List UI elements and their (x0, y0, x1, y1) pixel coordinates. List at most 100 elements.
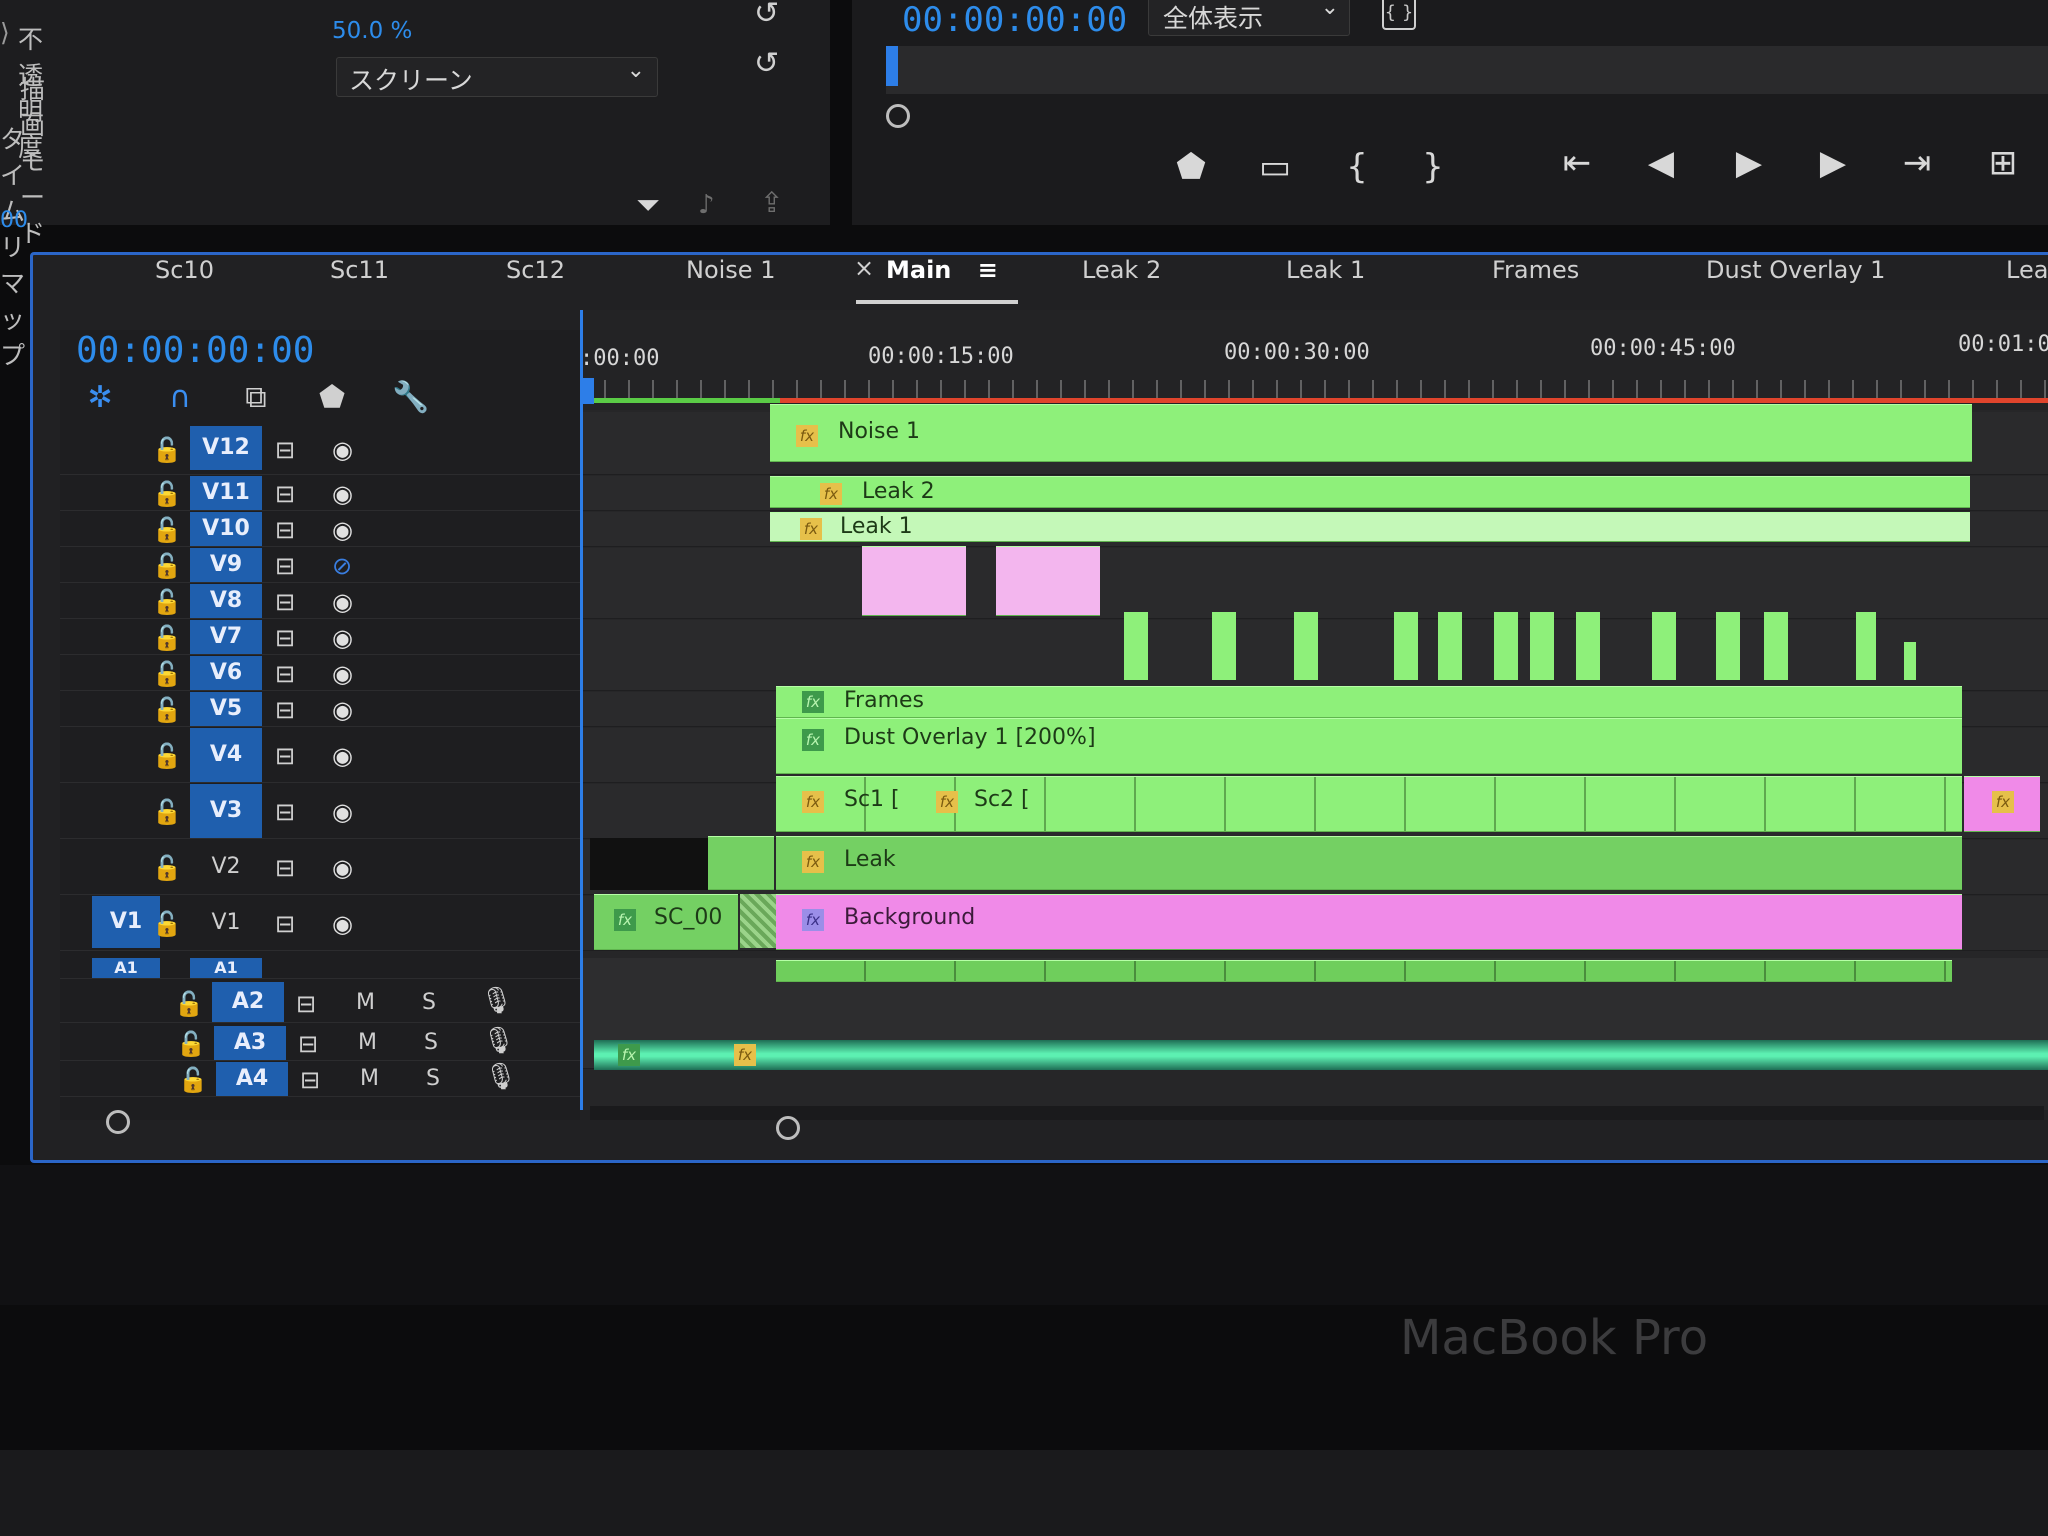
lock-icon[interactable]: 🔓 (152, 798, 182, 826)
clip-pink[interactable] (996, 546, 1100, 616)
opacity-value[interactable]: 50.0 % (332, 18, 412, 44)
microphone-icon[interactable]: 🎙 (482, 1026, 515, 1056)
sync-lock-icon[interactable]: ⊟ (275, 910, 295, 938)
eye-hidden-icon[interactable]: ⊘ (332, 552, 352, 580)
track-name[interactable]: V2 (190, 840, 262, 894)
zoom-select[interactable]: 全体表示 ⌄ (1148, 0, 1350, 36)
monitor-playhead[interactable] (886, 46, 898, 86)
add-marker-icon[interactable]: ⬟ (1166, 142, 1216, 192)
wrench-icon[interactable]: 🔧 (392, 380, 429, 416)
sync-lock-icon[interactable]: ⊟ (275, 516, 295, 544)
track-name[interactable]: V1 (190, 896, 262, 950)
clip-sc00[interactable]: fx SC_00 (594, 894, 738, 950)
lock-icon[interactable]: 🔓 (152, 696, 182, 724)
track-name[interactable]: V7 (190, 620, 262, 654)
clip-background[interactable]: fx Background (776, 894, 1962, 950)
lock-icon[interactable]: 🔓 (176, 1030, 206, 1058)
mute-button[interactable]: M (356, 990, 375, 1015)
microphone-icon[interactable]: 🎙 (484, 1062, 517, 1092)
mute-button[interactable]: M (360, 1066, 379, 1091)
scroll-handle[interactable] (776, 1116, 800, 1140)
clip-stripe[interactable] (1904, 642, 1916, 680)
clip-scenes[interactable]: fx Sc1 [ fx Sc2 [ (776, 776, 1962, 832)
clip-stripe[interactable] (1530, 612, 1554, 680)
mark-in-icon[interactable]: { (1332, 142, 1382, 192)
sync-lock-icon[interactable]: ⊟ (275, 552, 295, 580)
tab-lea[interactable]: Lea (2006, 240, 2048, 300)
clip-stripe[interactable] (1652, 612, 1676, 680)
header-zoom-handle[interactable] (106, 1110, 130, 1134)
step-forward-icon[interactable]: ▶ (1808, 138, 1858, 188)
clip-stripe[interactable] (1716, 612, 1740, 680)
track-name[interactable]: V11 (190, 476, 262, 510)
clip-noise1[interactable]: fx Noise 1 (770, 404, 1972, 462)
tab-leak2[interactable]: Leak 2 (1082, 240, 1161, 300)
linked-selection-icon[interactable]: ⧉ (238, 380, 274, 416)
tab-sc12[interactable]: Sc12 (506, 240, 565, 300)
eye-icon[interactable]: ◉ (332, 660, 353, 688)
filter-icon[interactable]: ⏷ (636, 188, 660, 223)
tab-menu-icon[interactable]: ≡ (978, 256, 998, 284)
blend-mode-select[interactable]: スクリーン ⌄ (336, 57, 658, 97)
eye-icon[interactable]: ◉ (332, 798, 353, 826)
tab-noise1[interactable]: Noise 1 (686, 240, 775, 300)
audio-clip-a3[interactable]: fx fx (594, 1040, 2048, 1070)
track-name[interactable]: V5 (190, 692, 262, 726)
eye-icon[interactable]: ◉ (332, 588, 353, 616)
timeline-timecode[interactable]: 00:00:00:00 (76, 330, 314, 371)
sync-lock-icon[interactable]: ⊟ (298, 1030, 318, 1058)
program-timecode[interactable]: 00:00:00:00 (902, 0, 1127, 40)
tab-main[interactable]: Main ≡ (856, 240, 1018, 304)
clip-leak2[interactable]: fx Leak 2 (770, 476, 1970, 508)
track-name[interactable]: A4 (216, 1062, 288, 1096)
sync-lock-icon[interactable]: ⊟ (275, 624, 295, 652)
clip-stripe[interactable] (1764, 612, 1788, 680)
lift-icon[interactable]: ⊞ (1978, 138, 2028, 188)
playhead-line[interactable] (580, 310, 583, 1110)
transition-hatch[interactable] (740, 894, 776, 948)
clip-leak1[interactable]: fx Leak 1 (770, 512, 1970, 542)
lock-icon[interactable]: 🔓 (152, 854, 182, 882)
sync-lock-icon[interactable]: ⊟ (275, 742, 295, 770)
microphone-icon[interactable]: 🎙 (480, 986, 513, 1016)
track-name[interactable]: A1 (190, 958, 262, 978)
eye-icon[interactable]: ◉ (332, 516, 353, 544)
tab-leak1[interactable]: Leak 1 (1286, 240, 1365, 300)
sync-lock-icon[interactable]: ⊟ (275, 660, 295, 688)
sync-lock-icon[interactable]: ⊟ (275, 854, 295, 882)
lock-icon[interactable]: 🔓 (152, 552, 182, 580)
track-name[interactable]: A3 (214, 1026, 286, 1060)
sync-lock-icon[interactable]: ⊟ (275, 798, 295, 826)
clip-stripe[interactable] (1212, 612, 1236, 680)
lock-icon[interactable]: 🔓 (152, 742, 182, 770)
track-name[interactable]: V9 (190, 548, 262, 582)
play-icon[interactable]: ▶ (1724, 138, 1774, 188)
lock-icon[interactable]: 🔓 (152, 910, 182, 938)
clip-stripe[interactable] (1856, 612, 1876, 680)
track-name[interactable]: V6 (190, 656, 262, 690)
clip-frames[interactable]: fx Frames (776, 686, 1962, 718)
monitor-mini-timeline[interactable] (886, 46, 2048, 94)
audio-clip-a1[interactable] (776, 960, 1952, 982)
time-ruler[interactable]: :00:00 00:00:15:00 00:00:30:00 00:00:45:… (580, 310, 2048, 410)
source-patch-v1[interactable]: V1 (92, 896, 160, 948)
track-name[interactable]: V10 (190, 512, 262, 546)
reset-icon[interactable]: ↺ (754, 49, 782, 79)
horizontal-scrollbar[interactable] (590, 1106, 2044, 1120)
solo-button[interactable]: S (424, 1030, 438, 1055)
track-name[interactable]: V4 (190, 728, 262, 782)
safe-margins-icon[interactable]: ▭ (1250, 142, 1300, 192)
clip-leak[interactable]: fx Leak (776, 836, 1962, 890)
track-name[interactable]: V12 (190, 426, 262, 470)
eye-icon[interactable]: ◉ (332, 480, 353, 508)
track-name[interactable]: V8 (190, 584, 262, 618)
audio-clip-icon[interactable]: ♪ (698, 190, 715, 220)
solo-button[interactable]: S (422, 990, 436, 1015)
solo-button[interactable]: S (426, 1066, 440, 1091)
lock-icon[interactable]: 🔓 (174, 990, 204, 1018)
clip-stripe[interactable] (1494, 612, 1518, 680)
tab-frames[interactable]: Frames (1492, 240, 1579, 300)
settings-bracket-icon[interactable]: { } (1382, 0, 1416, 30)
eye-icon[interactable]: ◉ (332, 624, 353, 652)
mark-out-icon[interactable]: } (1408, 142, 1458, 192)
